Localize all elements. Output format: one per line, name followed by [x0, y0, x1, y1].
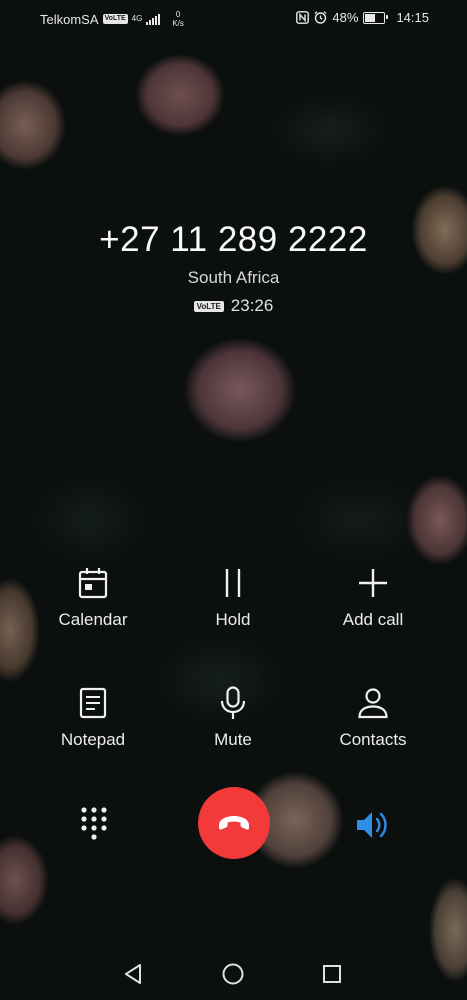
back-icon [125, 964, 141, 984]
pause-icon [216, 566, 250, 600]
clock: 14:15 [396, 10, 429, 25]
calendar-label: Calendar [58, 610, 128, 629]
mute-button[interactable]: Mute [168, 686, 298, 750]
nfc-icon [296, 11, 310, 24]
status-bar: TelkomSA VoLTE 4G 0 K/s 48% 14:15 [0, 0, 467, 36]
dialpad-icon [81, 807, 107, 840]
caller-info: +27 11 289 2222 South Africa VoLTE 23:26 [0, 220, 467, 316]
microphone-icon [216, 686, 250, 720]
call-timer-row: VoLTE 23:26 [0, 296, 467, 316]
call-duration: 23:26 [230, 296, 274, 315]
hold-label: Hold [215, 610, 251, 629]
calendar-icon [76, 566, 110, 600]
speed-unit: K/s [172, 19, 184, 28]
recents-icon [323, 965, 341, 983]
dialpad-button[interactable] [78, 806, 110, 842]
notepad-button[interactable]: Notepad [28, 686, 158, 750]
caller-location: South Africa [187, 268, 280, 287]
add-call-label: Add call [342, 610, 404, 629]
notepad-label: Notepad [60, 730, 126, 749]
network-type: 4G [131, 14, 143, 23]
status-left: TelkomSA VoLTE 4G 0 K/s [40, 10, 184, 28]
battery-icon [363, 11, 388, 24]
mute-label: Mute [214, 730, 252, 749]
speaker-button[interactable] [355, 808, 391, 842]
end-call-button[interactable] [198, 787, 270, 859]
contacts-button[interactable]: Contacts [308, 686, 438, 750]
in-call-screen: TelkomSA VoLTE 4G 0 K/s 48% 14:15 +27 11… [0, 0, 467, 1000]
signal-icon [146, 13, 161, 25]
notepad-icon [76, 686, 110, 720]
nav-home-button[interactable] [219, 960, 247, 988]
volte-badge: VoLTE [102, 14, 128, 24]
call-volte-badge: VoLTE [193, 300, 224, 312]
nav-back-button[interactable] [119, 960, 147, 988]
status-right: 48% 14:15 [296, 10, 429, 25]
add-call-button[interactable]: Add call [308, 566, 438, 630]
battery-percent: 48% [332, 10, 359, 25]
contacts-label: Contacts [339, 730, 407, 749]
calendar-button[interactable]: Calendar [28, 566, 158, 630]
carrier-name: TelkomSA [40, 11, 99, 27]
nav-recents-button[interactable] [318, 960, 346, 988]
home-icon [222, 963, 244, 985]
speaker-icon [357, 812, 387, 838]
phone-hangup-icon [219, 816, 249, 830]
network-speed: 0 K/s [172, 10, 184, 28]
plus-icon [356, 566, 390, 600]
person-icon [356, 686, 390, 720]
hold-button[interactable]: Hold [168, 566, 298, 630]
speed-value: 0 [175, 10, 181, 19]
battery-fill [365, 13, 376, 22]
phone-number: +27 11 289 2222 [99, 220, 368, 259]
alarm-icon [315, 11, 327, 24]
